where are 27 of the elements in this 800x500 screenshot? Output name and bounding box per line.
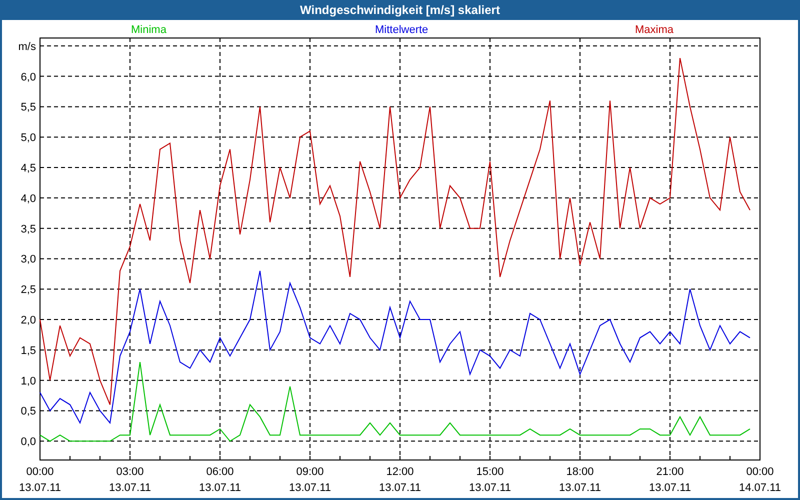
y-tick-label: 3,5	[20, 223, 36, 236]
x-tick-label: 21:00 13.07.11	[649, 466, 691, 494]
y-tick-label: 5,0	[20, 132, 36, 144]
x-tick-label: 03:00 13.07.11	[109, 466, 151, 494]
legend-label: Mittelwerte	[375, 24, 428, 36]
y-tick-label: 2,5	[20, 284, 36, 296]
y-tick-label: 0,5	[20, 406, 36, 418]
window-title: Windgeschwindigkeit [m/s] skaliert	[300, 2, 500, 19]
y-tick-label: 1,0	[20, 375, 36, 388]
y-tick-label: 5,5	[20, 102, 36, 114]
y-tick-label: 4,5	[20, 162, 36, 175]
y-tick-label: 4,0	[20, 192, 36, 205]
x-tick-label: 09:00 13.07.11	[289, 466, 331, 494]
legend-label: Minima	[131, 24, 166, 36]
y-tick-label: 6,0	[20, 71, 36, 84]
y-axis-label: m/s	[18, 40, 36, 53]
y-tick-label: 0,0	[20, 436, 36, 448]
x-tick-label: 06:00 13.07.11	[199, 466, 241, 494]
y-tick-label: 2,0	[20, 314, 36, 327]
legend-label: Maxima	[635, 24, 674, 36]
x-tick-label: 00:00 14.07.11	[739, 466, 781, 494]
x-tick-label: 15:00 13.07.11	[469, 466, 511, 494]
x-tick-label: 00:00 13.07.11	[19, 466, 61, 494]
y-tick-label: 3,0	[20, 254, 36, 266]
x-tick-label: 18:00 13.07.11	[559, 466, 601, 494]
x-tick-label: 12:00 13.07.11	[379, 466, 421, 494]
y-tick-label: 1,5	[20, 344, 36, 357]
